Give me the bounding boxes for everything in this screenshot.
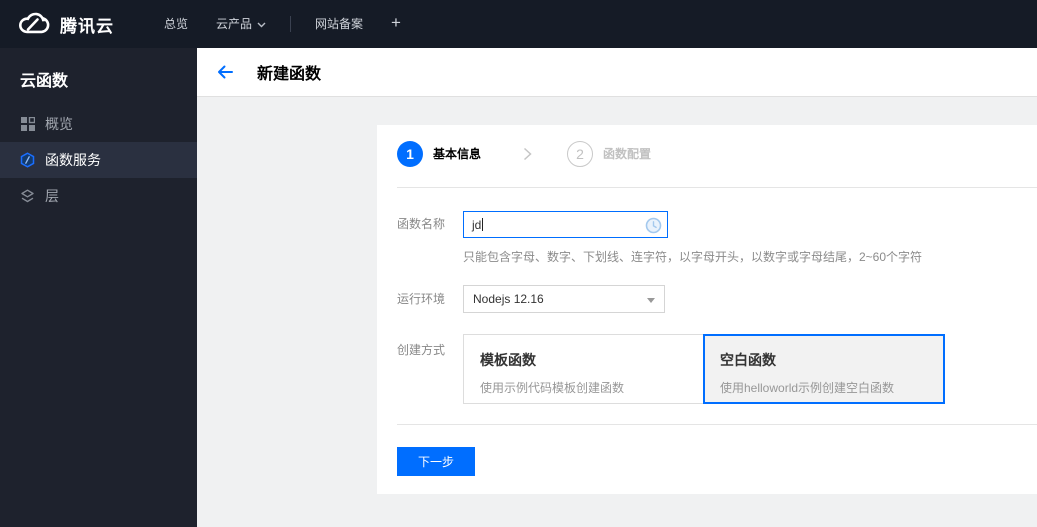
method-card-desc: 使用helloworld示例创建空白函数 xyxy=(720,381,895,395)
divider xyxy=(397,187,1037,188)
nav-separator xyxy=(290,16,292,32)
sidebar-item-label: 概览 xyxy=(45,116,73,132)
top-nav-menu: 总览 云产品 网站备案 + xyxy=(150,0,415,48)
function-name-label: 函数名称 xyxy=(397,217,446,231)
creation-method-label: 创建方式 xyxy=(397,343,446,357)
text-cursor xyxy=(482,218,484,231)
sidebar-item-layers[interactable]: 层 xyxy=(0,178,197,214)
cloud-logo-icon xyxy=(16,12,50,36)
step-1-circle: 1 xyxy=(397,141,423,167)
runtime-select[interactable]: Nodejs 12.16 xyxy=(463,285,665,313)
nav-overview[interactable]: 总览 xyxy=(150,0,202,48)
sidebar-item-function-service[interactable]: 函数服务 xyxy=(0,142,197,178)
function-name-input[interactable]: jd xyxy=(463,211,668,238)
method-card-template[interactable]: 模板函数 使用示例代码模板创建函数 xyxy=(463,334,704,404)
back-button[interactable] xyxy=(216,64,234,80)
chevron-down-icon xyxy=(257,0,266,48)
create-function-panel: 1 基本信息 2 函数配置 函数名称 jd 只能包含字母、数字、下划线、连字符，… xyxy=(377,125,1037,494)
nav-website-beian[interactable]: 网站备案 xyxy=(301,0,377,48)
divider xyxy=(397,424,1037,425)
runtime-value: Nodejs 12.16 xyxy=(473,292,544,306)
method-card-title: 模板函数 xyxy=(480,352,536,368)
scf-hexagon-icon xyxy=(20,152,35,168)
sidebar: 云函数 概览 函数服务 层 xyxy=(0,48,197,527)
step-chevron-icon xyxy=(523,147,532,164)
method-card-desc: 使用示例代码模板创建函数 xyxy=(480,381,625,395)
add-tab-button[interactable]: + xyxy=(377,0,415,48)
page-title: 新建函数 xyxy=(257,66,322,83)
sidebar-item-label: 层 xyxy=(45,188,59,204)
sidebar-title: 云函数 xyxy=(20,73,69,90)
brand-name: 腾讯云 xyxy=(60,16,114,36)
arrow-left-icon xyxy=(218,65,233,79)
step-2-circle: 2 xyxy=(567,141,593,167)
layers-icon xyxy=(20,189,35,204)
method-card-title: 空白函数 xyxy=(720,352,776,368)
nav-cloud-products[interactable]: 云产品 xyxy=(202,0,280,48)
step-1-label: 基本信息 xyxy=(433,147,482,161)
tencent-cloud-logo[interactable]: 腾讯云 xyxy=(16,12,114,37)
next-step-button[interactable]: 下一步 xyxy=(397,447,475,476)
select-caret-icon xyxy=(647,298,655,303)
content-area: 1 基本信息 2 函数配置 函数名称 jd 只能包含字母、数字、下划线、连字符，… xyxy=(197,98,1037,527)
top-navbar: 腾讯云 总览 云产品 网站备案 + xyxy=(0,0,1037,48)
runtime-label: 运行环境 xyxy=(397,292,446,306)
page-header: 新建函数 xyxy=(197,48,1037,97)
grid-icon xyxy=(20,117,35,132)
function-name-help: 只能包含字母、数字、下划线、连字符，以字母开头，以数字或字母结尾，2~60个字符 xyxy=(463,250,923,264)
validating-clock-icon xyxy=(645,217,662,237)
method-card-blank-selected[interactable]: 空白函数 使用helloworld示例创建空白函数 xyxy=(703,334,945,404)
function-name-value: jd xyxy=(472,217,482,232)
sidebar-item-overview[interactable]: 概览 xyxy=(0,106,197,142)
step-2-label: 函数配置 xyxy=(603,147,652,161)
sidebar-item-label: 函数服务 xyxy=(45,152,101,168)
